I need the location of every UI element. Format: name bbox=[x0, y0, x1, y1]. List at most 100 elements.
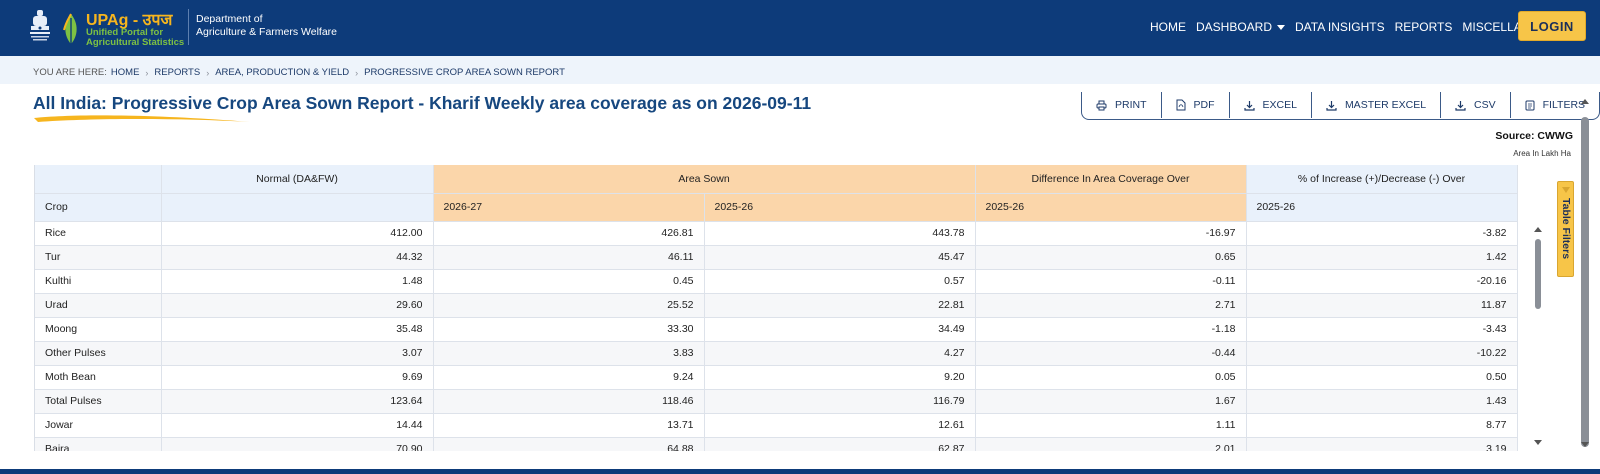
breadcrumb-separator-icon: › bbox=[145, 67, 149, 78]
header-diff-2025-26[interactable]: 2025-26 bbox=[975, 193, 1247, 222]
login-button[interactable]: LOGIN bbox=[1518, 11, 1586, 41]
table-row[interactable]: Urad 29.60 25.52 22.81 2.71 11.87 bbox=[35, 293, 1544, 318]
cell-diff: -1.18 bbox=[975, 317, 1247, 342]
cell-diff: 2.71 bbox=[975, 293, 1247, 318]
header-divider bbox=[188, 9, 189, 45]
header-pct-2025-26[interactable]: 2025-26 bbox=[1246, 193, 1518, 222]
table-row[interactable]: Total Pulses 123.64 118.46 116.79 1.67 1.43 bbox=[35, 389, 1544, 414]
scroll-up-icon[interactable] bbox=[1534, 227, 1542, 232]
triangle-down-icon bbox=[1562, 187, 1570, 193]
nav-home[interactable]: HOME bbox=[1150, 20, 1186, 34]
table-row[interactable]: Jowar 14.44 13.71 12.61 1.11 8.77 bbox=[35, 413, 1544, 438]
breadcrumb-separator-icon: › bbox=[355, 67, 359, 78]
csv-button[interactable]: CSV bbox=[1441, 92, 1511, 118]
breadcrumb-bar: YOU ARE HERE: HOME › REPORTS › AREA, PRO… bbox=[0, 56, 1600, 84]
dept-line-2: Agriculture & Farmers Welfare bbox=[196, 26, 338, 38]
upag-logo[interactable]: UPAg - उपज Unified Portal for Agricultur… bbox=[60, 6, 188, 48]
cell-normal: 3.07 bbox=[161, 341, 434, 366]
table-scrollbar-thumb[interactable] bbox=[1535, 239, 1541, 309]
pdf-label: PDF bbox=[1193, 99, 1215, 111]
cell-crop: Moth Bean bbox=[35, 365, 162, 390]
source-note: Source: CWWG bbox=[1495, 130, 1573, 142]
cell-a2627: 25.52 bbox=[433, 293, 705, 318]
cell-diff: -0.11 bbox=[975, 269, 1247, 294]
table-row[interactable]: Moong 35.48 33.30 34.49 -1.18 -3.43 bbox=[35, 317, 1544, 342]
cell-normal: 123.64 bbox=[161, 389, 434, 414]
pdf-file-icon bbox=[1176, 99, 1185, 111]
table-row[interactable]: Bajra 70.90 64.88 62.87 2.01 3.19 bbox=[35, 437, 1544, 451]
header-blank-cell bbox=[35, 165, 162, 194]
cell-a2627: 46.11 bbox=[433, 245, 705, 270]
excel-button[interactable]: EXCEL bbox=[1230, 92, 1312, 118]
table-row[interactable]: Kulthi 1.48 0.45 0.57 -0.11 -20.16 bbox=[35, 269, 1544, 294]
page-scrollbar[interactable] bbox=[1578, 95, 1592, 451]
cell-a2526: 22.81 bbox=[704, 293, 976, 318]
header-2025-26[interactable]: 2025-26 bbox=[704, 193, 976, 222]
cell-normal: 70.90 bbox=[161, 437, 434, 451]
header-area-sown[interactable]: Area Sown bbox=[433, 165, 976, 194]
pdf-button[interactable]: PDF bbox=[1162, 92, 1230, 118]
table-row[interactable]: Other Pulses 3.07 3.83 4.27 -0.44 -10.22 bbox=[35, 341, 1544, 366]
nav-data-insights-label: DATA INSIGHTS bbox=[1295, 20, 1385, 34]
cell-crop: Urad bbox=[35, 293, 162, 318]
cell-normal: 412.00 bbox=[161, 221, 434, 246]
cell-normal: 9.69 bbox=[161, 365, 434, 390]
cell-pct: 11.87 bbox=[1246, 293, 1518, 318]
nav-reports-label: REPORTS bbox=[1394, 20, 1453, 34]
cell-crop: Jowar bbox=[35, 413, 162, 438]
cell-a2627: 426.81 bbox=[433, 221, 705, 246]
print-button[interactable]: PRINT bbox=[1082, 92, 1162, 118]
cell-a2627: 9.24 bbox=[433, 365, 705, 390]
cell-crop: Total Pulses bbox=[35, 389, 162, 414]
table-header-row-2: Crop 2026-27 2025-26 2025-26 2025-26 bbox=[35, 193, 1544, 222]
printer-icon bbox=[1096, 100, 1107, 110]
table-filters-tab[interactable]: Table Filters bbox=[1557, 181, 1574, 277]
logo-subtitle: Unified Portal for Agricultural Statisti… bbox=[86, 27, 185, 48]
unit-note: Area In Lakh Ha bbox=[1513, 149, 1571, 158]
cell-normal: 1.48 bbox=[161, 269, 434, 294]
cell-diff: 1.11 bbox=[975, 413, 1247, 438]
cell-normal: 35.48 bbox=[161, 317, 434, 342]
header-crop[interactable]: Crop bbox=[35, 193, 162, 222]
cell-pct: 3.19 bbox=[1246, 437, 1518, 451]
cell-pct: 0.50 bbox=[1246, 365, 1518, 390]
nav-data-insights[interactable]: DATA INSIGHTS bbox=[1295, 20, 1385, 34]
cell-a2627: 118.46 bbox=[433, 389, 705, 414]
cell-a2627: 13.71 bbox=[433, 413, 705, 438]
excel-label: EXCEL bbox=[1262, 99, 1297, 111]
cell-a2627: 3.83 bbox=[433, 341, 705, 366]
cell-a2627: 64.88 bbox=[433, 437, 705, 451]
page-title: All India: Progressive Crop Area Sown Re… bbox=[33, 93, 812, 113]
header-normal[interactable]: Normal (DA&FW) bbox=[161, 165, 434, 194]
table-row[interactable]: Rice 412.00 426.81 443.78 -16.97 -3.82 bbox=[35, 221, 1544, 246]
header-2026-27[interactable]: 2026-27 bbox=[433, 193, 705, 222]
title-underline-swoosh bbox=[34, 115, 250, 122]
top-header: UPAg - उपज Unified Portal for Agricultur… bbox=[0, 0, 1600, 56]
cell-crop: Moong bbox=[35, 317, 162, 342]
table-header-row-1: Normal (DA&FW) Area Sown Difference In A… bbox=[35, 165, 1544, 194]
leaf-icon bbox=[63, 13, 77, 44]
header-spacer bbox=[1517, 193, 1544, 221]
scroll-down-icon[interactable] bbox=[1581, 442, 1589, 447]
nav-home-label: HOME bbox=[1150, 20, 1186, 34]
table-row[interactable]: Tur 44.32 46.11 45.47 0.65 1.42 bbox=[35, 245, 1544, 270]
breadcrumb-area-production-yield[interactable]: AREA, PRODUCTION & YIELD bbox=[215, 67, 349, 78]
scroll-down-icon[interactable] bbox=[1534, 440, 1542, 445]
scroll-up-icon[interactable] bbox=[1581, 99, 1589, 104]
breadcrumb-current: PROGRESSIVE CROP AREA SOWN REPORT bbox=[364, 67, 565, 78]
cell-diff: 1.67 bbox=[975, 389, 1247, 414]
cell-diff: -16.97 bbox=[975, 221, 1247, 246]
master-excel-button[interactable]: MASTER EXCEL bbox=[1312, 92, 1442, 118]
table-scrollbar[interactable] bbox=[1532, 221, 1544, 451]
header-difference[interactable]: Difference In Area Coverage Over bbox=[975, 165, 1247, 194]
breadcrumb-home[interactable]: HOME bbox=[111, 67, 140, 78]
report-table-container[interactable]: Normal (DA&FW) Area Sown Difference In A… bbox=[34, 165, 1544, 451]
nav-dashboard[interactable]: DASHBOARD bbox=[1196, 20, 1286, 34]
header-percent-change[interactable]: % of Increase (+)/Decrease (-) Over bbox=[1246, 165, 1518, 194]
table-row[interactable]: Moth Bean 9.69 9.24 9.20 0.05 0.50 bbox=[35, 365, 1544, 390]
nav-reports[interactable]: REPORTS bbox=[1395, 20, 1453, 34]
cell-crop: Other Pulses bbox=[35, 341, 162, 366]
breadcrumb-reports[interactable]: REPORTS bbox=[154, 67, 200, 78]
page-scrollbar-thumb[interactable] bbox=[1581, 117, 1589, 447]
cell-pct: 1.43 bbox=[1246, 389, 1518, 414]
